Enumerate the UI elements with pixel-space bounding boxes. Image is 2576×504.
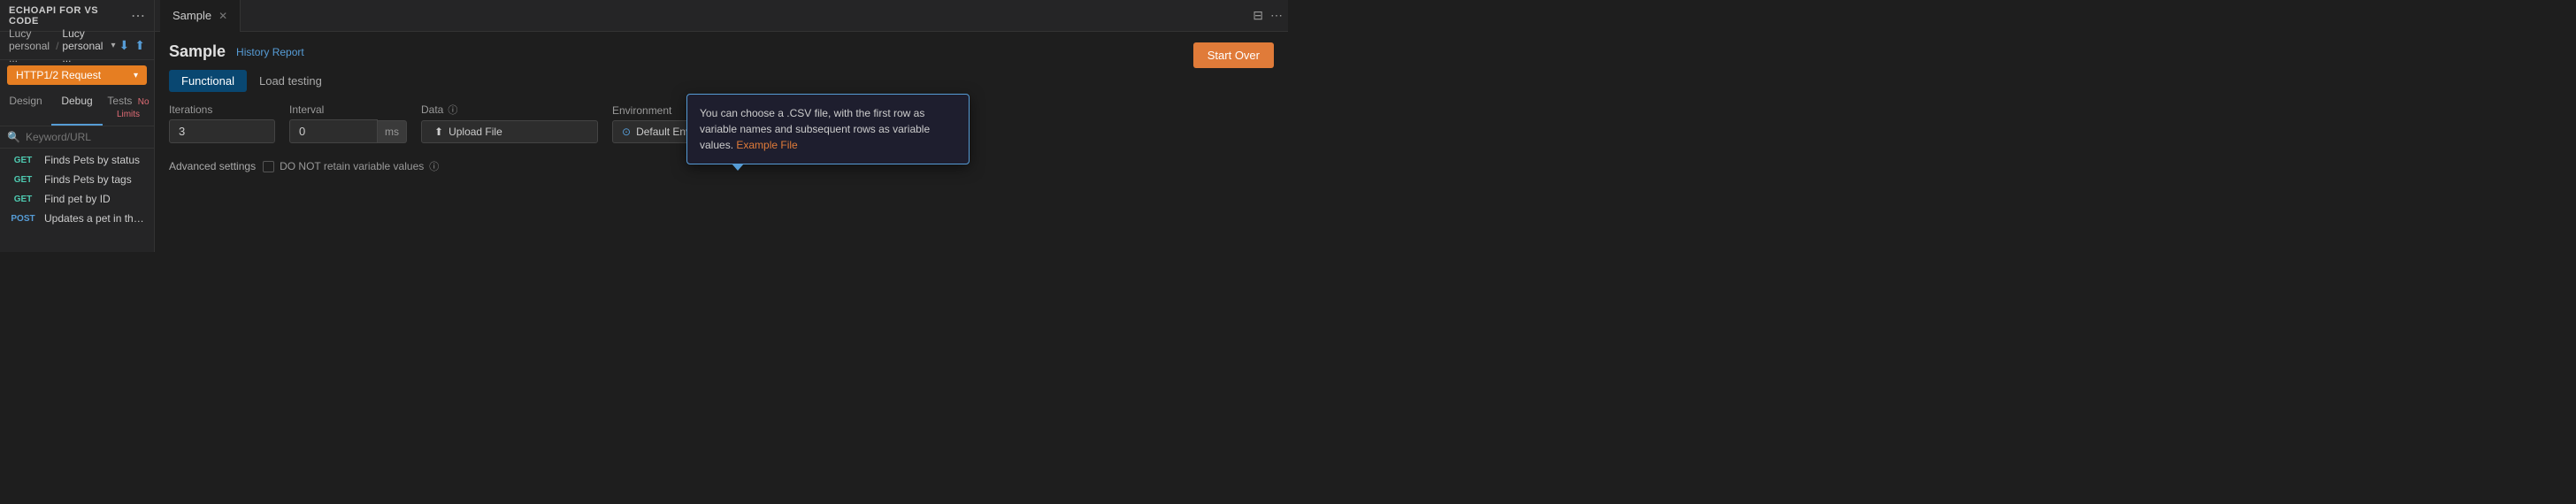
- list-item[interactable]: POST Updates a pet in the sto...: [0, 209, 154, 228]
- example-file-link[interactable]: Example File: [736, 139, 797, 151]
- interval-group: Interval ms: [289, 103, 407, 143]
- tab-label: Sample: [172, 9, 211, 22]
- fields-row: Iterations Interval ms Data ⓘ: [169, 103, 1274, 143]
- more-options-icon[interactable]: ⋯: [1270, 8, 1283, 23]
- data-label-row: Data ⓘ: [421, 103, 598, 117]
- upload-icon: ⬆: [434, 126, 443, 138]
- workspace-caret[interactable]: ▾: [111, 41, 116, 50]
- workspace-row: Lucy personal ... / Lucy personal ... ▾ …: [0, 32, 154, 60]
- tab-load-testing[interactable]: Load testing: [247, 70, 334, 92]
- tab-functional[interactable]: Functional: [169, 70, 247, 92]
- interval-input[interactable]: [289, 119, 378, 143]
- upload-icon[interactable]: ⬆: [134, 38, 145, 53]
- form-area: Iterations Interval ms Data ⓘ: [169, 103, 1274, 241]
- retain-variable-row: DO NOT retain variable values ⓘ: [263, 159, 439, 173]
- method-get-badge: GET: [9, 175, 37, 185]
- tab-close-icon[interactable]: ✕: [218, 10, 227, 22]
- tab-design[interactable]: Design: [0, 90, 51, 126]
- split-view-icon[interactable]: ⊟: [1253, 8, 1263, 23]
- search-icon: 🔍: [7, 131, 20, 143]
- sidebar-more-icon[interactable]: ⋯: [131, 7, 145, 25]
- retain-variable-label: DO NOT retain variable values: [280, 160, 424, 172]
- api-list: GET Finds Pets by status GET Finds Pets …: [0, 149, 154, 252]
- download-icon[interactable]: ⬇: [119, 38, 130, 53]
- main-area: Sample ✕ ⊟ ⋯ Sample History Report Start…: [155, 0, 1288, 252]
- http-request-button[interactable]: HTTP1/2 Request ▾: [7, 65, 147, 85]
- advanced-settings-label: Advanced settings: [169, 160, 256, 172]
- upload-file-button[interactable]: ⬆ Upload File: [421, 120, 598, 143]
- content-header-row: Sample History Report Start Over: [169, 42, 1274, 70]
- list-item[interactable]: GET Finds Pets by status: [0, 150, 154, 170]
- api-name: Updates a pet in the sto...: [44, 212, 145, 225]
- iterations-group: Iterations: [169, 103, 275, 143]
- list-item[interactable]: GET Finds Pets by tags: [0, 170, 154, 189]
- interval-input-group: ms: [289, 119, 407, 143]
- page-title: Sample: [169, 42, 226, 61]
- content-tabs: Functional Load testing: [169, 70, 1274, 92]
- content-header: Sample History Report: [169, 42, 304, 61]
- tab-debug[interactable]: Debug: [51, 90, 103, 126]
- list-item[interactable]: GET Find pet by ID: [0, 189, 154, 209]
- http-button-label: HTTP1/2 Request: [16, 69, 101, 81]
- env-icon: ⊙: [622, 126, 631, 138]
- http-button-caret: ▾: [134, 71, 138, 80]
- sidebar: ECHOAPI FOR VS CODE ⋯ Lucy personal ... …: [0, 0, 155, 252]
- checkbox-info-icon[interactable]: ⓘ: [429, 159, 439, 173]
- retain-variable-checkbox[interactable]: [263, 161, 274, 172]
- tab-tests[interactable]: Tests No Limits: [103, 90, 154, 126]
- history-report-link[interactable]: History Report: [236, 46, 304, 58]
- upload-button-label: Upload File: [448, 126, 502, 138]
- app-title: ECHOAPI FOR VS CODE: [9, 5, 131, 27]
- workspace-name2: Lucy personal ...: [62, 27, 105, 65]
- tooltip-text: You can choose a .CSV file, with the fir…: [700, 107, 930, 151]
- data-label: Data: [421, 103, 443, 116]
- sidebar-tabs: Design Debug Tests No Limits: [0, 90, 154, 126]
- data-tooltip-popup: You can choose a .CSV file, with the fir…: [686, 94, 970, 164]
- api-name: Find pet by ID: [44, 193, 111, 205]
- sidebar-search: 🔍 ⚙ ✕: [0, 126, 154, 149]
- start-over-button[interactable]: Start Over: [1193, 42, 1274, 68]
- iterations-label: Iterations: [169, 103, 275, 116]
- content-area: Sample History Report Start Over Functio…: [155, 32, 1288, 252]
- interval-unit: ms: [378, 120, 407, 143]
- method-get-badge: GET: [9, 156, 37, 165]
- method-get-badge: GET: [9, 195, 37, 204]
- api-name: Finds Pets by tags: [44, 173, 132, 186]
- data-group: Data ⓘ ⬆ Upload File You can choose a .C…: [421, 103, 598, 143]
- workspace-separator: /: [56, 40, 58, 52]
- interval-label: Interval: [289, 103, 407, 116]
- search-input[interactable]: [26, 131, 163, 143]
- iterations-input[interactable]: [169, 119, 275, 143]
- tab-bar: Sample ✕ ⊟ ⋯: [155, 0, 1288, 32]
- http-button-wrap: HTTP1/2 Request ▾: [0, 60, 154, 90]
- workspace-name1[interactable]: Lucy personal ...: [9, 27, 52, 65]
- api-name: Finds Pets by status: [44, 154, 140, 166]
- tooltip-arrow: [732, 164, 744, 171]
- sample-tab[interactable]: Sample ✕: [160, 0, 241, 32]
- data-info-icon[interactable]: ⓘ: [448, 103, 457, 117]
- method-post-badge: POST: [9, 214, 37, 224]
